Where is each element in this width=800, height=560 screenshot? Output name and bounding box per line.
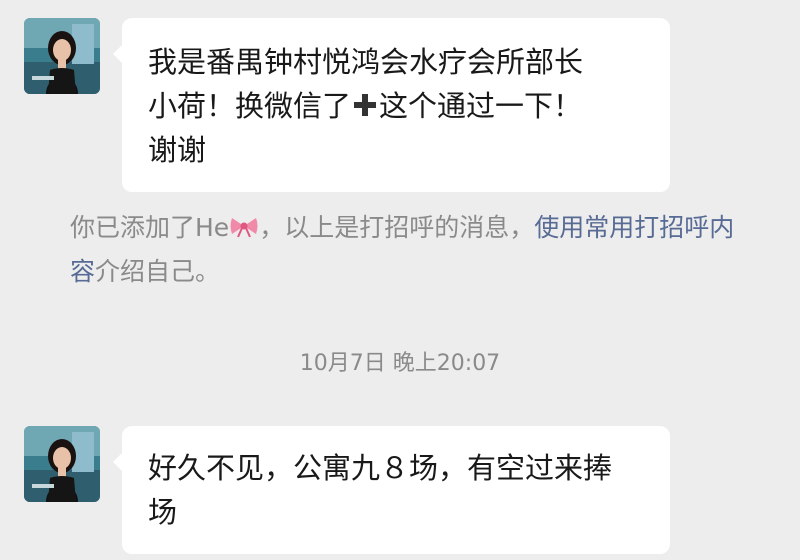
message-text-line: 小荷！换微信了	[148, 89, 352, 123]
plus-icon	[354, 94, 377, 116]
chat-view: 我是番禺钟村悦鸿会水疗会所部长 小荷！换微信了 这个通过一下！ 谢谢 你已添加了H…	[0, 0, 800, 560]
message-row: 好久不见，公寓九８场，有空过来捧 场	[24, 426, 670, 554]
avatar[interactable]	[24, 18, 100, 94]
message-bubble[interactable]: 好久不见，公寓九８场，有空过来捧 场	[122, 426, 670, 554]
message-bubble-wrap: 好久不见，公寓九８场，有空过来捧 场	[113, 426, 670, 554]
profile-photo-icon	[24, 426, 100, 502]
profile-photo-icon	[24, 18, 100, 94]
message-text-line: 谢谢	[148, 133, 207, 167]
system-note-middle: ，以上是打招呼的消息，	[259, 213, 535, 242]
system-note-suffix: 介绍自己。	[95, 257, 221, 286]
message-text-line: 好久不见，公寓九８场，有空过来捧	[148, 451, 613, 485]
message-text-line: 这个通过一下！	[379, 89, 583, 123]
message-bubble-wrap: 我是番禺钟村悦鸿会水疗会所部长 小荷！换微信了 这个通过一下！ 谢谢	[113, 18, 670, 192]
bubble-tail	[113, 452, 123, 472]
message-text-line: 场	[148, 495, 178, 529]
message-text-line: 我是番禺钟村悦鸿会水疗会所部长	[148, 45, 584, 79]
message-bubble[interactable]: 我是番禺钟村悦鸿会水疗会所部长 小荷！换微信了 这个通过一下！ 谢谢	[122, 18, 670, 192]
bubble-tail	[113, 44, 123, 64]
system-note: 你已添加了He ，以上是打招呼的消息，使用常用打招呼内容介绍自己。	[70, 206, 750, 294]
timestamp: 10月7日 晚上20:07	[299, 351, 501, 376]
system-note-prefix: 你已添加了He	[70, 213, 230, 242]
avatar[interactable]	[24, 426, 100, 502]
message-row: 我是番禺钟村悦鸿会水疗会所部长 小荷！换微信了 这个通过一下！ 谢谢	[24, 18, 670, 192]
bow-emoji-icon	[230, 218, 258, 238]
